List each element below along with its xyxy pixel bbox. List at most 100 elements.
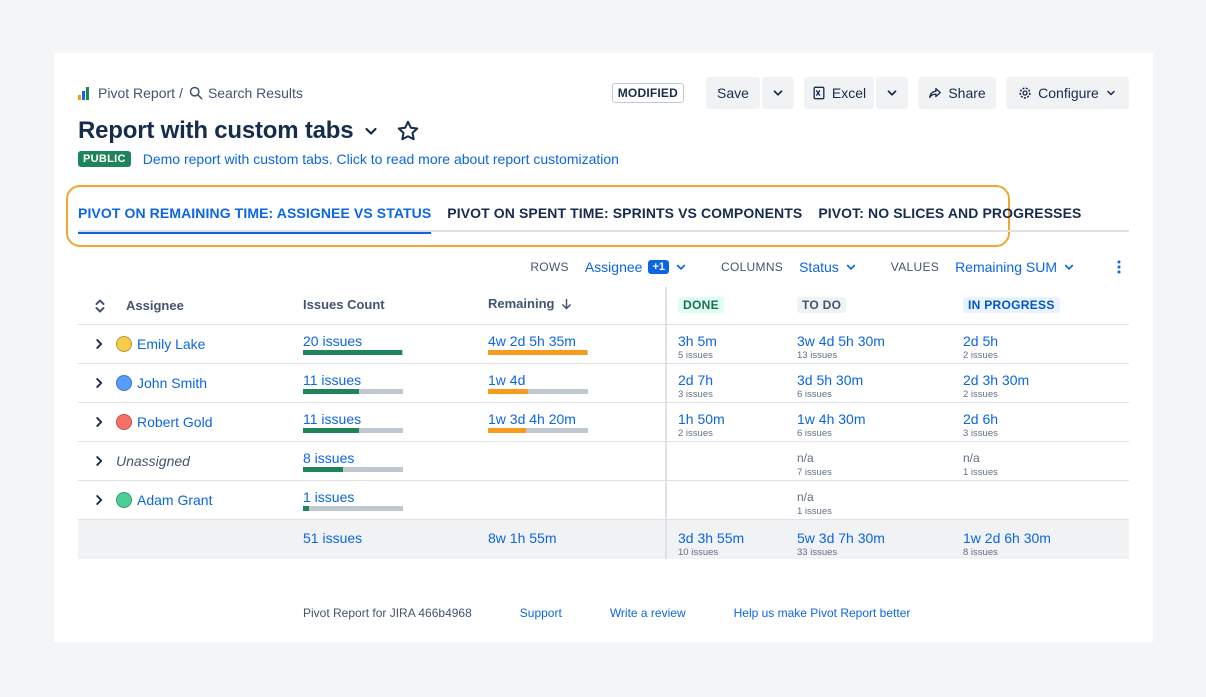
todo-value[interactable]: 3w 4d 5h 30m (797, 333, 963, 349)
chevron-down-icon (1107, 90, 1115, 96)
todo-cell: n/a 7 issues (797, 442, 963, 480)
total-done-value[interactable]: 3d 3h 55m (678, 530, 797, 546)
issues-count-link[interactable]: 1 issues (303, 489, 488, 505)
issues-count-link[interactable]: 11 issues (303, 411, 488, 427)
issues-progress-bar-fill (303, 467, 343, 472)
table-totals-row: 51 issues 8w 1h 55m 3d 3h 55m 10 issues … (78, 520, 1129, 559)
remaining-progress-bar-fill (488, 389, 528, 394)
table-header-row: Assignee Issues Count Remaining DONE TO … (78, 287, 1129, 325)
issues-count-link[interactable]: 20 issues (303, 333, 488, 349)
save-dropdown-button[interactable] (762, 77, 794, 109)
configure-button-label: Configure (1038, 85, 1099, 101)
inprogress-value[interactable]: 2d 3h 30m (963, 372, 1129, 388)
inprogress-count: 3 issues (963, 428, 998, 439)
excel-dropdown-button[interactable] (876, 77, 908, 109)
assignee-cell: Unassigned (78, 442, 303, 480)
share-icon (928, 86, 942, 100)
issues-count-column-header[interactable]: Issues Count (303, 297, 385, 312)
total-todo-count: 33 issues (797, 547, 838, 558)
inprogress-value[interactable]: 2d 5h (963, 333, 1129, 349)
share-button[interactable]: Share (918, 77, 996, 109)
footer-review-link[interactable]: Write a review (610, 606, 686, 620)
todo-cell: 3w 4d 5h 30m 13 issues (797, 325, 963, 363)
page-title: Report with custom tabs (78, 117, 354, 144)
todo-count: 1 issues (797, 506, 832, 517)
values-selector[interactable]: Remaining SUM (955, 259, 1075, 275)
tab-remaining-time[interactable]: PIVOT ON REMAINING TIME: ASSIGNEE VS STA… (78, 194, 432, 234)
search-icon (189, 86, 203, 100)
chevron-down-icon (773, 90, 783, 96)
issues-cell: 20 issues (303, 325, 488, 363)
inprogress-cell (963, 481, 1129, 519)
remaining-link[interactable]: 1w 4d (488, 372, 665, 388)
issues-progress-bar-fill (303, 389, 359, 394)
todo-cell: 1w 4h 30m 6 issues (797, 403, 963, 441)
table-row: Adam Grant 1 issues n/a 1 issues (78, 481, 1129, 520)
done-cell (665, 442, 797, 480)
pivot-controls: ROWS Assignee +1 COLUMNS Status VALUES R… (530, 259, 1121, 275)
remaining-cell (488, 481, 665, 519)
assignee-name[interactable]: Robert Gold (137, 414, 212, 430)
report-description-link[interactable]: Demo report with custom tabs. Click to r… (143, 151, 619, 167)
star-icon[interactable] (396, 119, 420, 143)
remaining-link[interactable]: 4w 2d 5h 35m (488, 333, 665, 349)
rows-selector[interactable]: Assignee +1 (585, 259, 687, 275)
remaining-cell: 4w 2d 5h 35m (488, 325, 665, 363)
columns-selector[interactable]: Status (799, 259, 857, 275)
issues-count-link[interactable]: 8 issues (303, 450, 488, 466)
title-chevron-down-icon[interactable] (363, 123, 379, 139)
footer-feedback-link[interactable]: Help us make Pivot Report better (734, 606, 911, 620)
configure-button[interactable]: Configure (1006, 77, 1129, 109)
remaining-column-header[interactable]: Remaining (488, 296, 554, 311)
share-button-group: Share (918, 77, 996, 109)
breadcrumb-root[interactable]: Pivot Report (98, 85, 175, 101)
assignee-column-header[interactable]: Assignee (126, 298, 184, 313)
todo-value[interactable]: 1w 4h 30m (797, 411, 963, 427)
remaining-cell: 1w 3d 4h 20m (488, 403, 665, 441)
issues-progress-bar-fill (303, 428, 359, 433)
todo-count: 6 issues (797, 428, 832, 439)
columns-value: Status (799, 259, 839, 275)
breadcrumb-separator: / (179, 85, 183, 101)
more-options-icon[interactable] (1111, 259, 1127, 275)
issues-count-link[interactable]: 11 issues (303, 372, 488, 388)
breadcrumb-current[interactable]: Search Results (208, 85, 303, 101)
total-todo-value[interactable]: 5w 3d 7h 30m (797, 530, 963, 546)
total-issues[interactable]: 51 issues (303, 530, 488, 546)
assignee-name[interactable]: John Smith (137, 375, 207, 391)
footer-support-link[interactable]: Support (520, 606, 562, 620)
excel-button-label: Excel (831, 85, 867, 101)
chevron-down-icon (676, 264, 686, 270)
done-value[interactable]: 3h 5m (678, 333, 797, 349)
total-remaining[interactable]: 8w 1h 55m (488, 530, 665, 546)
inprogress-cell: 2d 5h 2 issues (963, 325, 1129, 363)
visibility-badge: PUBLIC (78, 151, 131, 167)
todo-value[interactable]: 3d 5h 30m (797, 372, 963, 388)
tab-no-slices[interactable]: PIVOT: NO SLICES AND PROGRESSES (818, 194, 1081, 232)
chevron-right-icon[interactable] (92, 493, 106, 507)
done-value[interactable]: 2d 7h (678, 372, 797, 388)
chevron-right-icon[interactable] (92, 415, 106, 429)
report-title-bar: Report with custom tabs (78, 117, 420, 145)
pivot-table: Assignee Issues Count Remaining DONE TO … (78, 287, 1129, 559)
done-value[interactable]: 1h 50m (678, 411, 797, 427)
assignee-name[interactable]: Emily Lake (137, 336, 205, 352)
chevron-right-icon[interactable] (92, 337, 106, 351)
total-inprogress-value[interactable]: 1w 2d 6h 30m (963, 530, 1129, 546)
inprogress-value[interactable]: 2d 6h (963, 411, 1129, 427)
save-button[interactable]: Save (706, 77, 760, 109)
issues-cell: 8 issues (303, 442, 488, 480)
assignee-name[interactable]: Adam Grant (137, 492, 212, 508)
todo-count: 6 issues (797, 389, 832, 400)
issues-progress-bar (303, 350, 403, 355)
excel-button[interactable]: Excel (804, 77, 874, 109)
tab-spent-time[interactable]: PIVOT ON SPENT TIME: SPRINTS VS COMPONEN… (447, 194, 802, 232)
sort-toggle-icon[interactable] (92, 298, 108, 314)
todo-count: 13 issues (797, 350, 838, 361)
rows-label: ROWS (530, 260, 569, 274)
chevron-right-icon[interactable] (92, 376, 106, 390)
chevron-right-icon[interactable] (92, 454, 106, 468)
assignee-cell: John Smith (78, 364, 303, 402)
save-button-group: Save (706, 77, 794, 109)
remaining-link[interactable]: 1w 3d 4h 20m (488, 411, 665, 427)
